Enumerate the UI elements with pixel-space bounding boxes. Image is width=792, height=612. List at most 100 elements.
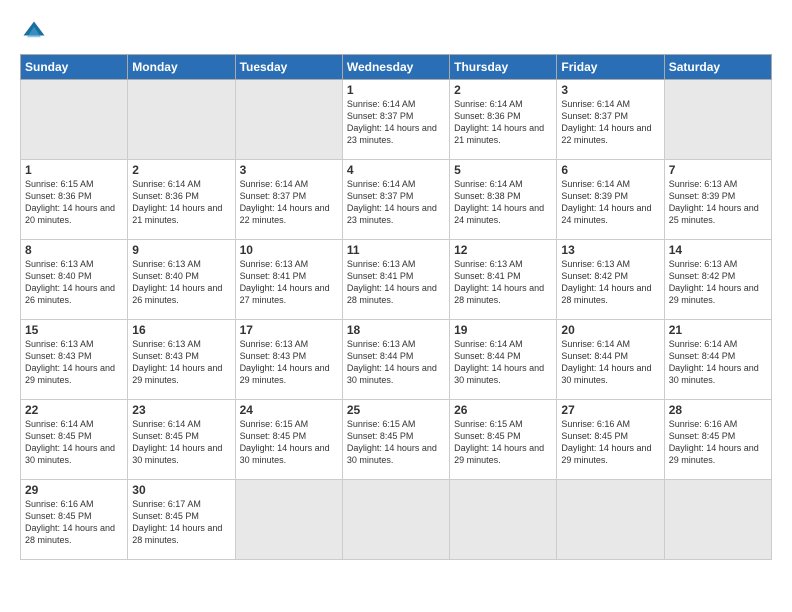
day-info: Sunrise: 6:13 AMSunset: 8:39 PMDaylight:…	[669, 178, 767, 227]
day-number: 22	[25, 403, 123, 417]
day-info: Sunrise: 6:13 AMSunset: 8:42 PMDaylight:…	[561, 258, 659, 307]
calendar-cell: 8Sunrise: 6:13 AMSunset: 8:40 PMDaylight…	[21, 240, 128, 320]
day-info: Sunrise: 6:15 AMSunset: 8:36 PMDaylight:…	[25, 178, 123, 227]
day-info: Sunrise: 6:13 AMSunset: 8:40 PMDaylight:…	[25, 258, 123, 307]
calendar-week-6: 29Sunrise: 6:16 AMSunset: 8:45 PMDayligh…	[21, 480, 772, 560]
day-number: 8	[25, 243, 123, 257]
calendar-cell	[664, 480, 771, 560]
day-info: Sunrise: 6:17 AMSunset: 8:45 PMDaylight:…	[132, 498, 230, 547]
day-info: Sunrise: 6:13 AMSunset: 8:43 PMDaylight:…	[240, 338, 338, 387]
day-info: Sunrise: 6:14 AMSunset: 8:39 PMDaylight:…	[561, 178, 659, 227]
calendar-cell: 30Sunrise: 6:17 AMSunset: 8:45 PMDayligh…	[128, 480, 235, 560]
day-info: Sunrise: 6:13 AMSunset: 8:40 PMDaylight:…	[132, 258, 230, 307]
calendar-week-3: 8Sunrise: 6:13 AMSunset: 8:40 PMDaylight…	[21, 240, 772, 320]
day-info: Sunrise: 6:16 AMSunset: 8:45 PMDaylight:…	[669, 418, 767, 467]
calendar-cell: 7Sunrise: 6:13 AMSunset: 8:39 PMDaylight…	[664, 160, 771, 240]
day-info: Sunrise: 6:14 AMSunset: 8:44 PMDaylight:…	[669, 338, 767, 387]
calendar-week-4: 15 Sunrise: 6:13 AMSunset: 8:43 PMDayligh…	[21, 320, 772, 400]
calendar-cell: 24Sunrise: 6:15 AMSunset: 8:45 PMDayligh…	[235, 400, 342, 480]
calendar-cell	[557, 480, 664, 560]
calendar-cell: 9Sunrise: 6:13 AMSunset: 8:40 PMDaylight…	[128, 240, 235, 320]
day-info: Sunrise: 6:15 AMSunset: 8:45 PMDaylight:…	[347, 418, 445, 467]
calendar-week-1: 1Sunrise: 6:14 AMSunset: 8:37 PMDaylight…	[21, 80, 772, 160]
day-number: 24	[240, 403, 338, 417]
day-info: Sunrise: 6:14 AMSunset: 8:36 PMDaylight:…	[132, 178, 230, 227]
calendar-week-2: 1Sunrise: 6:15 AMSunset: 8:36 PMDaylight…	[21, 160, 772, 240]
day-header-wednesday: Wednesday	[342, 55, 449, 80]
header	[20, 18, 772, 46]
day-number: 2	[132, 163, 230, 177]
day-info: Sunrise: 6:14 AMSunset: 8:37 PMDaylight:…	[240, 178, 338, 227]
calendar-cell	[235, 480, 342, 560]
calendar-cell: 25Sunrise: 6:15 AMSunset: 8:45 PMDayligh…	[342, 400, 449, 480]
day-number: 12	[454, 243, 552, 257]
day-info: Sunrise: 6:13 AMSunset: 8:42 PMDaylight:…	[669, 258, 767, 307]
day-number: 15	[25, 323, 123, 337]
calendar-cell: 17Sunrise: 6:13 AMSunset: 8:43 PMDayligh…	[235, 320, 342, 400]
calendar-cell: 22Sunrise: 6:14 AMSunset: 8:45 PMDayligh…	[21, 400, 128, 480]
day-header-sunday: Sunday	[21, 55, 128, 80]
calendar-cell: 5Sunrise: 6:14 AMSunset: 8:38 PMDaylight…	[450, 160, 557, 240]
calendar-cell: 2Sunrise: 6:14 AMSunset: 8:36 PMDaylight…	[450, 80, 557, 160]
day-number: 30	[132, 483, 230, 497]
calendar-cell: 28Sunrise: 6:16 AMSunset: 8:45 PMDayligh…	[664, 400, 771, 480]
calendar-cell: 3Sunrise: 6:14 AMSunset: 8:37 PMDaylight…	[235, 160, 342, 240]
calendar-cell: 14Sunrise: 6:13 AMSunset: 8:42 PMDayligh…	[664, 240, 771, 320]
page: SundayMondayTuesdayWednesdayThursdayFrid…	[0, 0, 792, 612]
day-info: Sunrise: 6:13 AMSunset: 8:41 PMDaylight:…	[240, 258, 338, 307]
calendar-cell	[128, 80, 235, 160]
day-info: Sunrise: 6:13 AMSunset: 8:41 PMDaylight:…	[454, 258, 552, 307]
day-info: Sunrise: 6:16 AMSunset: 8:45 PMDaylight:…	[25, 498, 123, 547]
calendar-cell	[450, 480, 557, 560]
day-header-saturday: Saturday	[664, 55, 771, 80]
day-number: 28	[669, 403, 767, 417]
calendar-cell: 29Sunrise: 6:16 AMSunset: 8:45 PMDayligh…	[21, 480, 128, 560]
day-number: 16	[132, 323, 230, 337]
day-number: 5	[454, 163, 552, 177]
day-number: 25	[347, 403, 445, 417]
calendar-cell	[21, 80, 128, 160]
calendar-cell: 1Sunrise: 6:14 AMSunset: 8:37 PMDaylight…	[342, 80, 449, 160]
day-number: 21	[669, 323, 767, 337]
day-info: Sunrise: 6:14 AMSunset: 8:36 PMDaylight:…	[454, 98, 552, 147]
day-info: Sunrise: 6:14 AMSunset: 8:45 PMDaylight:…	[25, 418, 123, 467]
day-info: Sunrise: 6:14 AMSunset: 8:44 PMDaylight:…	[454, 338, 552, 387]
day-info: Sunrise: 6:14 AMSunset: 8:37 PMDaylight:…	[347, 98, 445, 147]
calendar-cell: 6Sunrise: 6:14 AMSunset: 8:39 PMDaylight…	[557, 160, 664, 240]
day-number: 1	[25, 163, 123, 177]
calendar-cell: 20Sunrise: 6:14 AMSunset: 8:44 PMDayligh…	[557, 320, 664, 400]
day-header-tuesday: Tuesday	[235, 55, 342, 80]
calendar-cell: 1Sunrise: 6:15 AMSunset: 8:36 PMDaylight…	[21, 160, 128, 240]
day-info: Sunrise: 6:16 AMSunset: 8:45 PMDaylight:…	[561, 418, 659, 467]
day-number: 6	[561, 163, 659, 177]
day-info: Sunrise: 6:14 AMSunset: 8:37 PMDaylight:…	[347, 178, 445, 227]
calendar-header-row: SundayMondayTuesdayWednesdayThursdayFrid…	[21, 55, 772, 80]
day-number: 7	[669, 163, 767, 177]
calendar-cell: 2Sunrise: 6:14 AMSunset: 8:36 PMDaylight…	[128, 160, 235, 240]
day-info: Sunrise: 6:14 AMSunset: 8:44 PMDaylight:…	[561, 338, 659, 387]
day-number: 27	[561, 403, 659, 417]
day-number: 1	[347, 83, 445, 97]
calendar-cell	[235, 80, 342, 160]
day-info: Sunrise: 6:13 AMSunset: 8:43 PMDaylight:…	[132, 338, 230, 387]
day-number: 10	[240, 243, 338, 257]
day-number: 23	[132, 403, 230, 417]
day-number: 3	[561, 83, 659, 97]
calendar-cell: 15Sunrise: 6:13 AMSunset: 8:43 PMDayligh…	[21, 320, 128, 400]
logo-icon	[20, 18, 48, 46]
day-header-monday: Monday	[128, 55, 235, 80]
day-header-thursday: Thursday	[450, 55, 557, 80]
calendar-cell: 27Sunrise: 6:16 AMSunset: 8:45 PMDayligh…	[557, 400, 664, 480]
day-number: 13	[561, 243, 659, 257]
calendar-cell	[664, 80, 771, 160]
calendar: SundayMondayTuesdayWednesdayThursdayFrid…	[20, 54, 772, 560]
calendar-cell: 16Sunrise: 6:13 AMSunset: 8:43 PMDayligh…	[128, 320, 235, 400]
day-number: 2	[454, 83, 552, 97]
day-info: Sunrise: 6:14 AMSunset: 8:45 PMDaylight:…	[132, 418, 230, 467]
day-info: Sunrise: 6:15 AMSunset: 8:45 PMDaylight:…	[240, 418, 338, 467]
day-header-friday: Friday	[557, 55, 664, 80]
day-number: 11	[347, 243, 445, 257]
calendar-cell: 3Sunrise: 6:14 AMSunset: 8:37 PMDaylight…	[557, 80, 664, 160]
calendar-cell: 4Sunrise: 6:14 AMSunset: 8:37 PMDaylight…	[342, 160, 449, 240]
day-number: 26	[454, 403, 552, 417]
